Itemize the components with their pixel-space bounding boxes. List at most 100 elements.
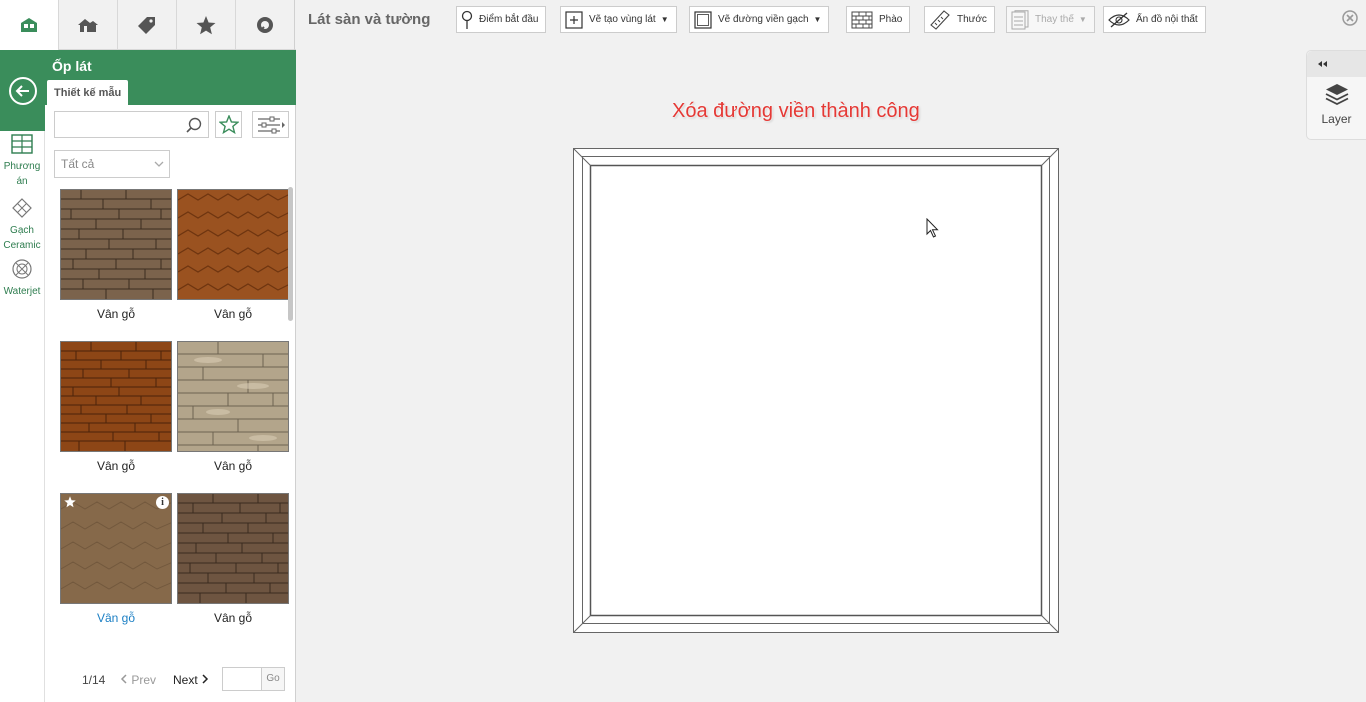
add-area-icon xyxy=(565,10,583,29)
grid-scrollbar[interactable] xyxy=(288,187,293,321)
search-input[interactable] xyxy=(55,112,180,137)
dropdown-caret-icon: ▼ xyxy=(660,15,669,24)
grid-plan-icon xyxy=(11,134,33,154)
search-icon xyxy=(257,17,273,33)
arrow-left-circle-icon xyxy=(8,76,37,105)
side-menu-item-gach-ceramic[interactable]: Gạch Ceramic xyxy=(0,198,44,253)
product-card[interactable]: Vân gỗ xyxy=(177,341,289,473)
search-icon[interactable] xyxy=(186,117,202,133)
layers-icon xyxy=(1325,84,1348,106)
favorite-star-icon[interactable] xyxy=(64,496,76,508)
chevron-left-icon xyxy=(120,674,127,684)
draw-border-button[interactable]: Vẽ đường viền gạch ▼ xyxy=(689,6,830,33)
hide-furniture-button[interactable]: Ẩn đồ nội thất xyxy=(1103,6,1206,33)
tag-icon xyxy=(138,17,155,34)
molding-button[interactable]: Phào xyxy=(846,6,911,33)
home-tab[interactable] xyxy=(0,0,59,50)
product-thumbnail xyxy=(177,341,289,452)
product-card[interactable]: Vân gỗ xyxy=(177,189,289,321)
filter-settings-button[interactable] xyxy=(252,111,289,138)
tab-thiet-ke-mau[interactable]: Thiết kế mẫu xyxy=(47,80,129,105)
prev-page-button[interactable]: Prev xyxy=(120,673,156,687)
product-thumbnail xyxy=(60,189,172,300)
product-thumbnail xyxy=(177,493,289,604)
next-label: Next xyxy=(173,673,198,687)
favorites-tab[interactable] xyxy=(177,0,236,50)
product-card[interactable]: Vân gỗ xyxy=(177,493,289,625)
draw-area-label: Vẽ tạo vùng lát xyxy=(589,14,656,25)
side-menu-label: Phương án xyxy=(3,161,41,187)
product-thumbnail xyxy=(177,189,289,300)
product-card[interactable]: i Vân gỗ xyxy=(60,493,172,625)
star-outline-icon xyxy=(218,115,239,134)
mouse-cursor-icon xyxy=(926,218,939,238)
molding-label: Phào xyxy=(879,14,903,25)
tag-tab[interactable] xyxy=(118,0,177,50)
product-name: Vân gỗ xyxy=(96,611,136,625)
eye-off-icon xyxy=(1108,12,1130,27)
ruler-button[interactable]: Thước xyxy=(924,6,995,33)
hide-furniture-label: Ẩn đồ nội thất xyxy=(1136,14,1198,25)
product-card[interactable]: Vân gỗ xyxy=(60,341,172,473)
page-number-input[interactable] xyxy=(222,667,262,691)
room-floor-plan[interactable] xyxy=(573,148,1060,635)
draw-border-label: Vẽ đường viền gạch xyxy=(718,14,809,25)
info-icon[interactable]: i xyxy=(156,496,169,509)
replace-icon xyxy=(1011,9,1029,29)
star-icon xyxy=(196,15,216,34)
page-title: Lát sàn và tường xyxy=(308,11,431,28)
double-chevron-left-icon xyxy=(1318,61,1327,67)
category-select[interactable]: Tất cả xyxy=(54,150,170,178)
go-button[interactable]: Go xyxy=(262,667,285,691)
product-name: Vân gỗ xyxy=(213,611,253,625)
success-notice: Xóa đường viền thành công xyxy=(672,100,920,122)
brick-icon xyxy=(851,11,873,28)
app-logo-icon xyxy=(21,18,37,32)
search-tab[interactable] xyxy=(236,0,295,50)
panel-title: Ốp lát xyxy=(52,58,92,74)
chevron-down-icon xyxy=(154,161,164,167)
side-menu: Phương án Gạch Ceramic Waterjet xyxy=(0,131,45,702)
ruler-label: Thước xyxy=(957,14,987,25)
page-indicator: 1/14 xyxy=(82,673,106,687)
start-point-button[interactable]: Điểm bắt đầu xyxy=(456,6,547,33)
dropdown-caret-icon: ▼ xyxy=(1078,15,1087,24)
toolbar: Lát sàn và tường Điểm bắt đầu Vẽ tạo vùn… xyxy=(297,0,1366,40)
sliders-icon xyxy=(257,116,285,133)
waterjet-icon xyxy=(12,259,32,279)
ruler-icon xyxy=(930,9,950,30)
product-name: Vân gỗ xyxy=(96,459,136,473)
product-thumbnail: i xyxy=(60,493,172,604)
start-point-label: Điểm bắt đầu xyxy=(479,14,539,25)
border-icon xyxy=(694,10,712,29)
draw-area-button[interactable]: Vẽ tạo vùng lát ▼ xyxy=(560,6,677,33)
product-name: Vân gỗ xyxy=(213,459,253,473)
product-grid: Vân gỗ Vân gỗ Vân gỗ Vân gỗ i Vân gỗ Vân… xyxy=(60,189,290,649)
dropdown-caret-icon: ▼ xyxy=(813,15,822,24)
layer-label: Layer xyxy=(1321,112,1352,126)
prev-label: Prev xyxy=(131,673,157,687)
favorites-filter-button[interactable] xyxy=(215,111,242,138)
product-name: Vân gỗ xyxy=(213,307,253,321)
back-button[interactable] xyxy=(0,50,45,131)
side-menu-item-waterjet[interactable]: Waterjet xyxy=(0,259,44,299)
category-select-value: Tất cả xyxy=(61,157,95,171)
top-nav xyxy=(0,0,296,50)
ceramic-tile-icon xyxy=(12,198,32,218)
house-icon xyxy=(78,19,98,32)
collapse-layer-button[interactable] xyxy=(1307,51,1366,77)
next-page-button[interactable]: Next xyxy=(173,673,209,687)
side-menu-item-phuong-an[interactable]: Phương án xyxy=(0,134,44,189)
search-box xyxy=(54,111,209,138)
close-icon[interactable] xyxy=(1342,10,1358,26)
layer-panel: Layer xyxy=(1306,50,1366,140)
product-card[interactable]: Vân gỗ xyxy=(60,189,172,321)
chevron-right-icon xyxy=(202,674,209,684)
left-panel: Ốp lát Thiết kế mẫu Phương án Gạch Ceram… xyxy=(0,50,296,702)
side-menu-label: Waterjet xyxy=(3,286,41,297)
house-tab[interactable] xyxy=(59,0,118,50)
layer-button[interactable]: Layer xyxy=(1307,83,1366,133)
replace-button[interactable]: Thay thế ▼ xyxy=(1006,6,1095,33)
product-name: Vân gỗ xyxy=(96,307,136,321)
replace-label: Thay thế xyxy=(1035,14,1074,25)
